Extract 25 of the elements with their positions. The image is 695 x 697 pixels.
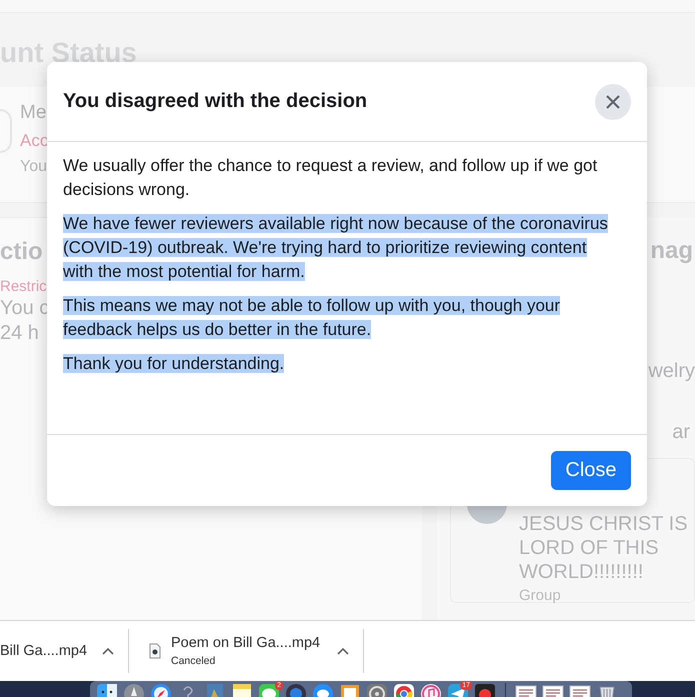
- file-icon: [149, 643, 161, 659]
- dialog-paragraph: We have fewer reviewers available right now because of the coronavirus (COVID-19) outbreak. We're trying hard to prioritize reviewing content with the most potential for harm.: [63, 213, 609, 283]
- status-label: Acc: [20, 131, 48, 151]
- download-name[interactable]: Poem on Bill Ga....mp4: [171, 635, 327, 651]
- caret-icon[interactable]: [337, 647, 349, 655]
- download-name[interactable]: Bill Ga....mp4: [0, 643, 92, 659]
- dialog-paragraph: This means we may not be able to follow up with you, though your feedback helps us do better in the future.: [63, 295, 562, 341]
- close-button[interactable]: [595, 84, 631, 120]
- dialog-paragraph: We usually offer the chance to request a review, and follow up if we got decisions wrong.: [63, 155, 598, 201]
- restriction-label: Restric: [0, 278, 47, 295]
- card-text: 24 h: [0, 322, 39, 345]
- status-title: Me: [20, 102, 48, 124]
- close-icon: [605, 94, 621, 110]
- panel-title: nag: [650, 237, 693, 265]
- list-item[interactable]: welry: [648, 360, 695, 383]
- download-status: Canceled: [171, 655, 216, 667]
- card-title: ctio: [0, 238, 43, 266]
- group-name[interactable]: JESUS CHRIST IS LORD OF THIS WORLD!!!!!!!!!: [519, 512, 694, 584]
- dialog-paragraph: Thank you for understanding.: [63, 353, 286, 375]
- caret-icon[interactable]: [102, 647, 114, 655]
- close-button[interactable]: Close: [551, 451, 631, 490]
- status-text: You: [20, 158, 48, 176]
- group-type: Group: [519, 587, 562, 604]
- dialog-title: You disagreed with the decision: [63, 90, 368, 113]
- list-item[interactable]: ar: [672, 421, 690, 444]
